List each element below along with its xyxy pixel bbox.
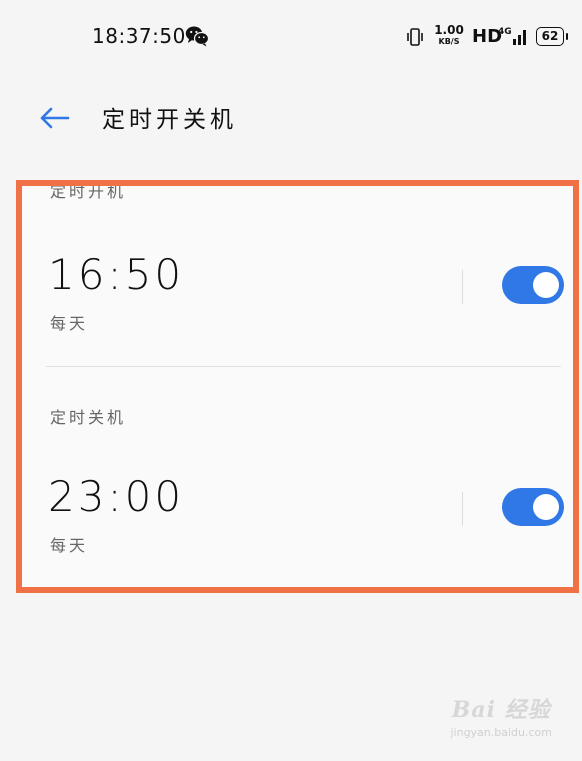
status-indicators: 1.00 KB/S HD 4G 62: [382, 0, 582, 72]
status-bar: 18:37:50 1.00 KB/S HD 4G 62: [0, 0, 582, 72]
power-off-repeat: 每天: [50, 536, 89, 555]
wechat-icon: [185, 26, 209, 47]
power-off-toggle[interactable]: [502, 488, 564, 526]
power-off-schedule[interactable]: 23:00 每天: [22, 456, 573, 576]
network-speed: 1.00 KB/S: [432, 24, 466, 46]
page-title: 定时开关机: [102, 107, 237, 133]
watermark-logo: Bai 经验: [451, 697, 551, 723]
vibrate-icon: [407, 28, 423, 46]
power-on-repeat: 每天: [50, 314, 89, 333]
watermark-url: jingyan.baidu.com: [450, 726, 552, 739]
network-speed-unit: KB/S: [438, 37, 460, 46]
toggle-knob: [533, 494, 559, 520]
vertical-divider: [462, 492, 463, 526]
arrow-left-icon[interactable]: [36, 102, 76, 134]
highlight-frame: 定时开机 16:50 每天 定时关机 23:00 每天: [16, 180, 579, 593]
signal-icon: 4G: [498, 27, 526, 45]
power-on-toggle[interactable]: [502, 266, 564, 304]
status-time: 18:37:50: [92, 24, 186, 48]
section-divider: [46, 366, 561, 367]
power-on-schedule[interactable]: 16:50 每天: [22, 234, 573, 354]
battery-level: 62: [541, 29, 559, 43]
signal-label: 4G: [498, 27, 512, 37]
vertical-divider: [462, 270, 463, 304]
power-on-section-label: 定时开机: [50, 182, 127, 201]
network-speed-value: 1.00: [434, 23, 464, 37]
power-off-section-label: 定时关机: [50, 408, 127, 427]
power-on-time[interactable]: 16:50: [48, 250, 184, 299]
toggle-knob: [533, 272, 559, 298]
battery-icon: 62: [536, 27, 568, 46]
page-header: 定时开关机: [0, 90, 582, 146]
power-off-time[interactable]: 23:00: [48, 472, 184, 521]
baidu-jingyan-watermark: Bai 经验 jingyan.baidu.com: [450, 692, 552, 739]
